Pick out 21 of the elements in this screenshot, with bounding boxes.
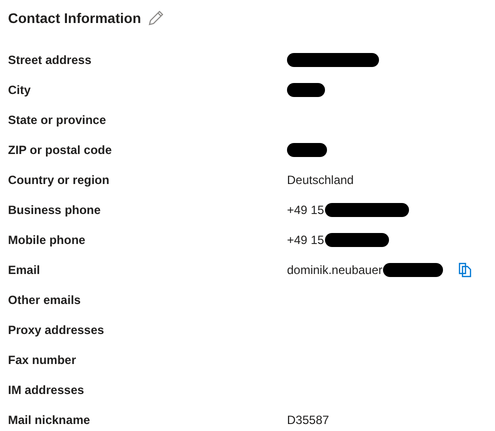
field-value: Deutschland (287, 172, 354, 189)
field-label: Mobile phone (8, 232, 86, 249)
field-value: +49 15 (287, 232, 324, 249)
field-label: Country or region (8, 172, 110, 189)
field-label: ZIP or postal code (8, 142, 113, 159)
field-label: Proxy addresses (8, 322, 106, 339)
field-label: Other emails (8, 292, 82, 309)
field-value: +49 15 (287, 202, 324, 219)
field-label: Street address (8, 52, 92, 69)
field-label: IM addresses (8, 382, 86, 399)
field-value: dominik.neubauer (287, 262, 382, 279)
field-label: Mail nickname (8, 412, 92, 429)
field-label: State or province (8, 112, 108, 129)
field-label: Business phone (8, 202, 102, 219)
field-label: Email (8, 262, 42, 279)
edit-icon[interactable] (148, 10, 164, 26)
copy-icon[interactable] (458, 262, 473, 278)
section-title: Contact Information (8, 8, 141, 28)
field-label: Fax number (8, 352, 78, 369)
field-label: City (8, 82, 32, 99)
field-value: D35587 (287, 412, 330, 429)
